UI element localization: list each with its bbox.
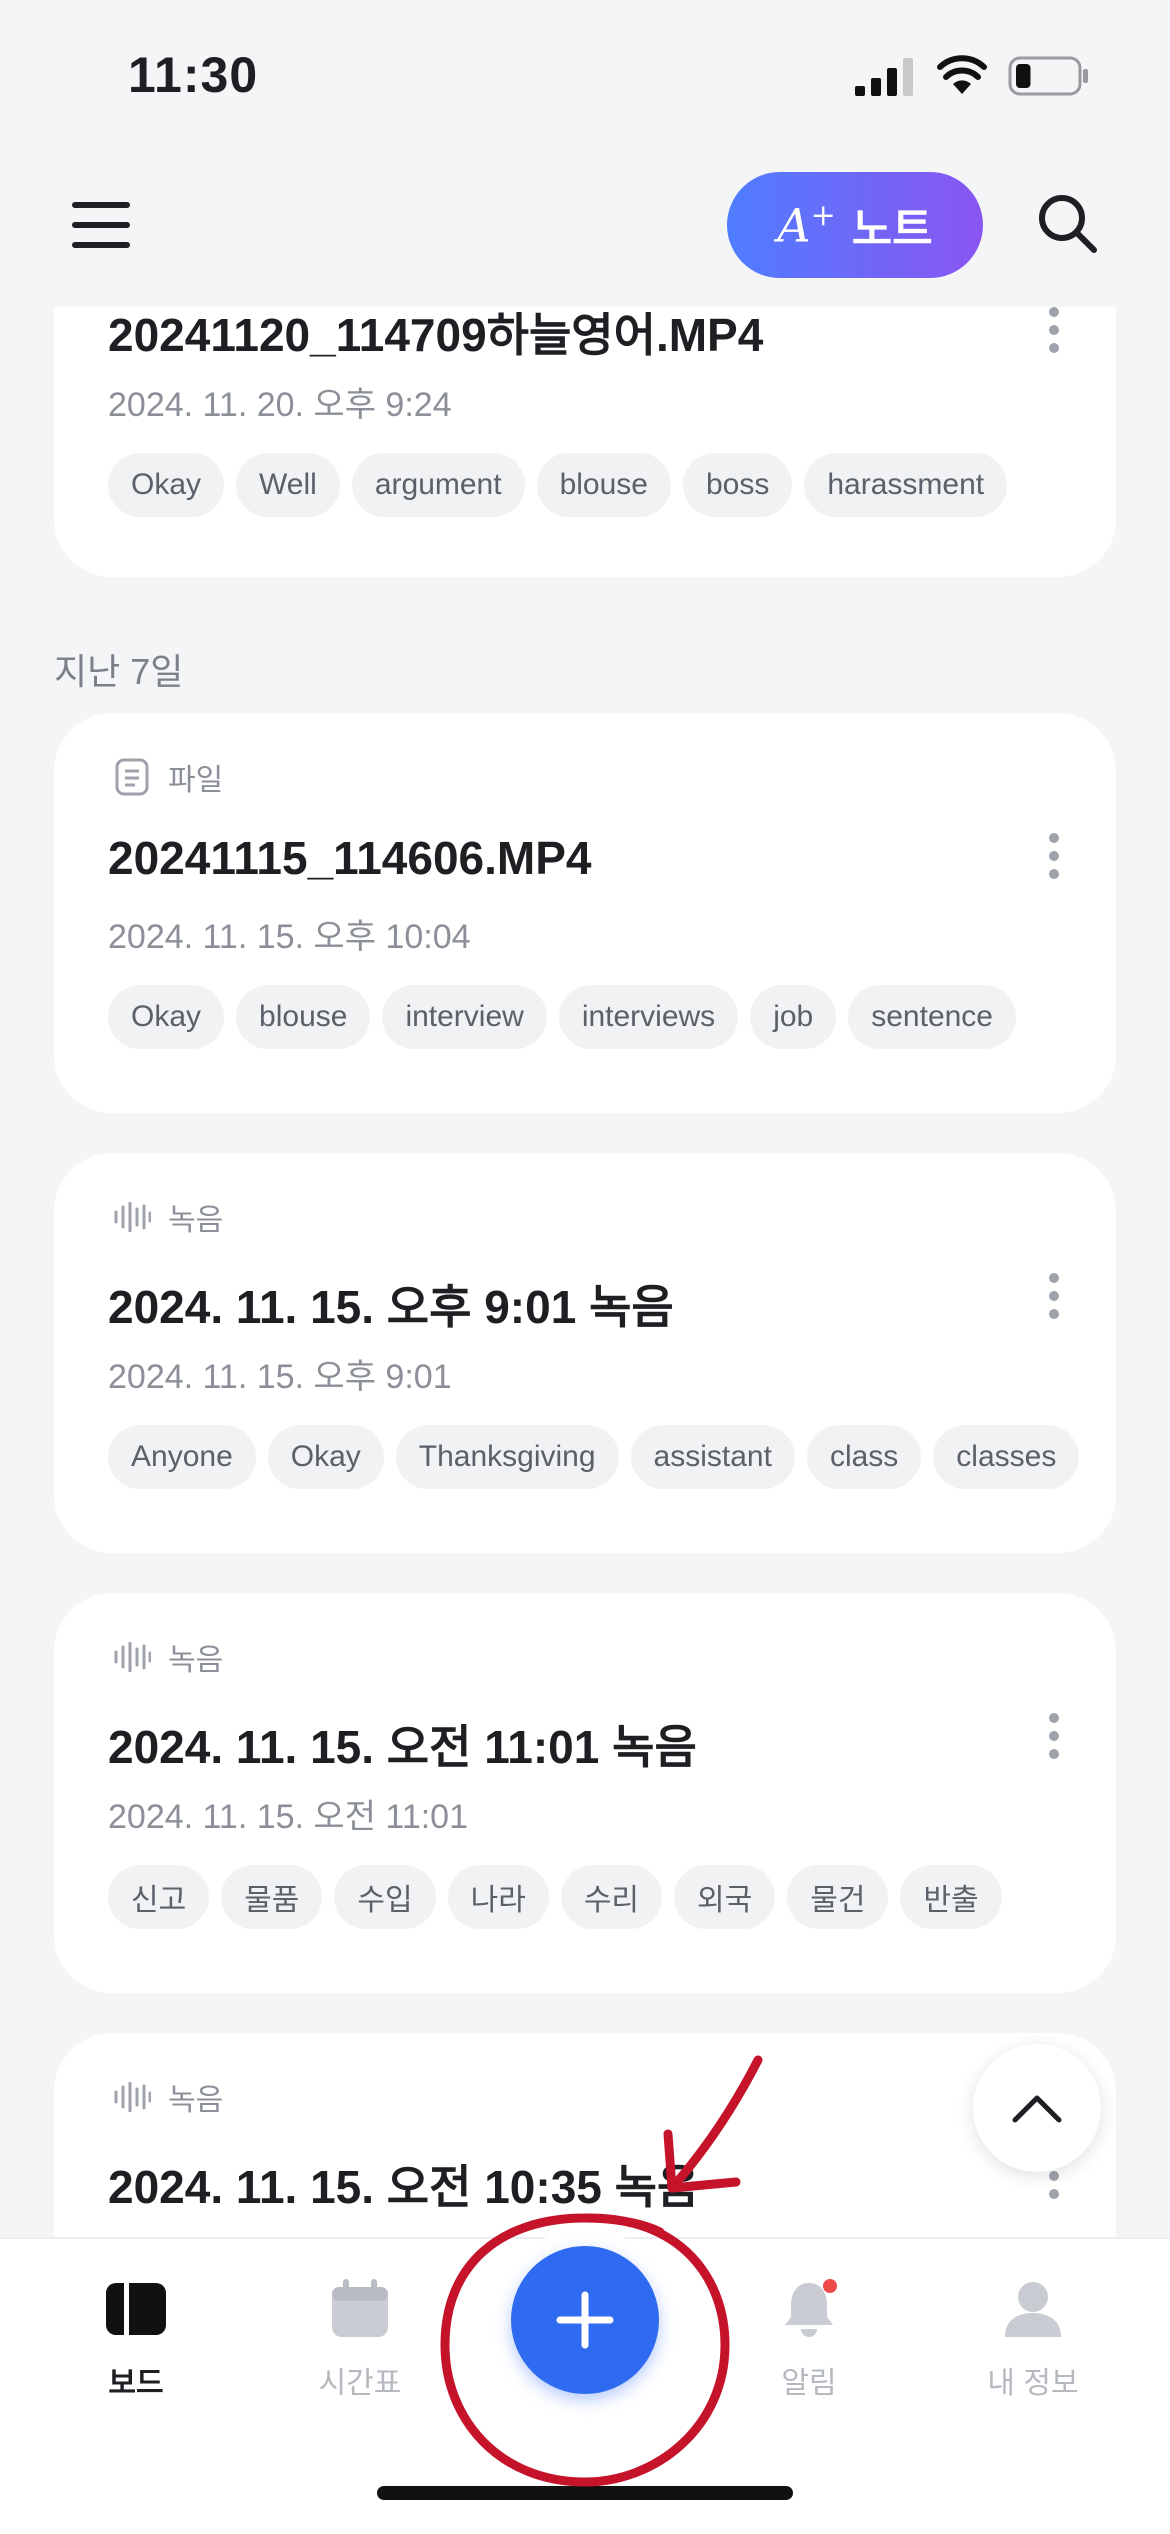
- tab-board[interactable]: 보드: [56, 2277, 216, 2407]
- keyword-tags: 신고 물품 수입 나라 수리 외국 물건 반출: [108, 1865, 1002, 1929]
- status-bar: 11:30: [0, 0, 1170, 150]
- profile-icon: [1005, 2282, 1061, 2337]
- keyword-tag[interactable]: 물품: [221, 1865, 323, 1929]
- file-icon: [112, 757, 152, 797]
- app-header: A+ 노트: [0, 160, 1170, 310]
- note-title: 20241115_114606.MP4: [108, 832, 592, 884]
- note-date: 2024. 11. 20. 오후 9:24: [108, 386, 452, 424]
- keyword-tag[interactable]: 외국: [674, 1865, 776, 1929]
- home-indicator: [377, 2486, 793, 2500]
- board-icon: [106, 2283, 166, 2335]
- plus-icon: [556, 2291, 614, 2349]
- keyword-tag[interactable]: assistant: [630, 1425, 795, 1489]
- chevron-up-icon: [1012, 2095, 1062, 2123]
- keyword-tag[interactable]: 나라: [447, 1865, 549, 1929]
- hamburger-icon[interactable]: [72, 200, 132, 250]
- tab-timetable[interactable]: 시간표: [280, 2277, 440, 2407]
- note-type-label: 파일: [168, 764, 224, 797]
- keyword-tag[interactable]: blouse: [236, 985, 371, 1049]
- keyword-tag[interactable]: class: [806, 1425, 922, 1489]
- keyword-tag[interactable]: harassment: [804, 453, 1008, 517]
- keyword-tag[interactable]: classes: [933, 1425, 1080, 1489]
- waveform-icon: [112, 2077, 152, 2117]
- note-card[interactable]: 파일 20241115_114606.MP4 2024. 11. 15. 오후 …: [54, 713, 1116, 1113]
- wifi-icon: [937, 55, 987, 94]
- note-date: 2024. 11. 15. 오후 9:01: [108, 1358, 452, 1396]
- tab-my-info[interactable]: 내 정보: [953, 2277, 1113, 2407]
- tab-my-info-label: 내 정보: [987, 2367, 1079, 2400]
- keyword-tag[interactable]: sentence: [848, 985, 1016, 1049]
- keyword-tag[interactable]: Okay: [108, 985, 225, 1049]
- keyword-tag[interactable]: Well: [236, 453, 340, 517]
- keyword-tags: Anyone Okay Thanksgiving assistant class…: [108, 1425, 1080, 1489]
- tab-notifications-label: 알림: [781, 2367, 837, 2400]
- cellular-signal-icon: [855, 58, 913, 96]
- note-title: 20241120_114709하늘영어.MP4: [108, 309, 764, 361]
- note-date: 2024. 11. 15. 오전 11:01: [108, 1798, 468, 1836]
- note-type: 녹음: [112, 2075, 223, 2119]
- note-card[interactable]: 녹음 2024. 11. 15. 오전 11:01 녹음 2024. 11. 1…: [54, 1593, 1116, 1993]
- tab-notifications[interactable]: 알림: [729, 2277, 889, 2407]
- note-type: 녹음: [112, 1195, 223, 1239]
- keyword-tag[interactable]: Anyone: [108, 1425, 256, 1489]
- keyword-tag[interactable]: 물건: [787, 1865, 889, 1929]
- keyword-tag[interactable]: Thanksgiving: [395, 1425, 619, 1489]
- bell-icon: [785, 2279, 837, 2337]
- a-plus-logo: A+: [777, 197, 836, 253]
- battery-icon: [1008, 56, 1088, 96]
- search-icon[interactable]: [1036, 192, 1100, 256]
- note-card[interactable]: 녹음 2024. 11. 15. 오전 10:35 녹음: [54, 2033, 1116, 2237]
- keyword-tag[interactable]: 반출: [900, 1865, 1002, 1929]
- keyword-tag[interactable]: boss: [682, 453, 793, 517]
- note-card[interactable]: 녹음 2024. 11. 15. 오후 9:01 녹음 2024. 11. 15…: [54, 1153, 1116, 1553]
- note-title: 2024. 11. 15. 오전 10:35 녹음: [108, 2161, 700, 2213]
- note-title: 2024. 11. 15. 오전 11:01 녹음: [108, 1721, 697, 1773]
- tab-board-label: 보드: [108, 2367, 164, 2400]
- waveform-icon: [112, 1197, 152, 1237]
- more-options-icon[interactable]: [1044, 307, 1064, 353]
- keyword-tag[interactable]: 수리: [560, 1865, 663, 1929]
- more-options-icon[interactable]: [1044, 1713, 1064, 1759]
- note-date: 2024. 11. 15. 오후 10:04: [108, 918, 471, 956]
- keyword-tag[interactable]: interviews: [558, 985, 739, 1049]
- status-time: 11:30: [128, 47, 259, 103]
- keyword-tags: Okay blouse interview interviews job sen…: [108, 985, 1016, 1049]
- keyword-tag[interactable]: Okay: [267, 1425, 384, 1489]
- more-options-icon[interactable]: [1044, 1273, 1064, 1319]
- note-type-label: 녹음: [168, 1644, 224, 1677]
- keyword-tag[interactable]: interview: [382, 985, 547, 1049]
- more-options-icon[interactable]: [1044, 833, 1064, 879]
- keyword-tag[interactable]: Okay: [108, 453, 225, 517]
- calendar-icon: [332, 2279, 388, 2337]
- a-plus-note-label: 노트: [851, 205, 933, 254]
- keyword-tags: Okay Well argument blouse boss harassmen…: [108, 453, 1008, 517]
- keyword-tag[interactable]: 신고: [108, 1865, 210, 1929]
- a-plus-note-button[interactable]: A+ 노트: [727, 172, 983, 278]
- board-feed[interactable]: 20241120_114709하늘영어.MP4 2024. 11. 20. 오후…: [0, 307, 1170, 2237]
- add-note-button[interactable]: [511, 2246, 659, 2394]
- tab-timetable-label: 시간표: [318, 2367, 402, 2400]
- note-type-label: 녹음: [168, 1204, 224, 1237]
- note-card[interactable]: 20241120_114709하늘영어.MP4 2024. 11. 20. 오후…: [54, 307, 1116, 577]
- scroll-to-top-button[interactable]: [973, 2044, 1101, 2172]
- keyword-tag[interactable]: 수입: [334, 1865, 436, 1929]
- keyword-tag[interactable]: blouse: [536, 453, 671, 517]
- keyword-tag[interactable]: job: [750, 985, 837, 1049]
- note-type: 녹음: [112, 1635, 223, 1679]
- note-type-label: 녹음: [168, 2084, 224, 2117]
- note-title: 2024. 11. 15. 오후 9:01 녹음: [108, 1281, 674, 1333]
- waveform-icon: [112, 1637, 152, 1677]
- note-type: 파일: [112, 755, 223, 799]
- keyword-tag[interactable]: argument: [351, 453, 525, 517]
- section-label-last-7-days: 지난 7일: [54, 651, 184, 692]
